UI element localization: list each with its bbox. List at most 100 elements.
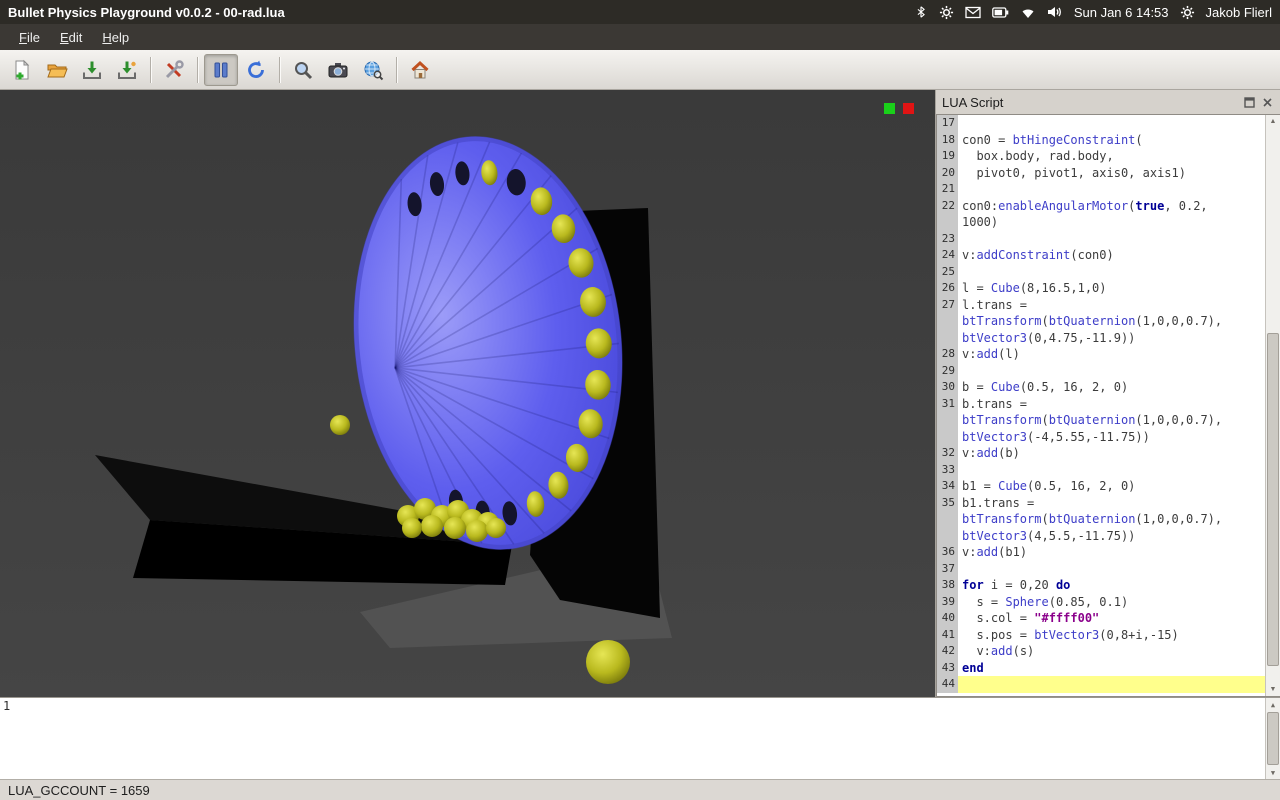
scroll-down-arrow[interactable]: ▼ <box>1266 683 1280 696</box>
toolbar-separator <box>197 57 198 83</box>
scroll-track[interactable] <box>1266 128 1280 683</box>
settings-gear-icon[interactable] <box>939 5 954 20</box>
menu-edit[interactable]: Edit <box>51 26 91 49</box>
code-row[interactable]: 27l.trans = <box>937 297 1265 314</box>
code-row[interactable]: 41 s.pos = btVector3(0,8+i,-15) <box>937 627 1265 644</box>
menu-help[interactable]: Help <box>93 26 138 49</box>
scroll-thumb[interactable] <box>1267 333 1279 666</box>
code-row[interactable]: 22con0:enableAngularMotor(true, 0.2, <box>937 198 1265 215</box>
code-editor[interactable]: 1718con0 = btHingeConstraint(19 box.body… <box>936 114 1280 697</box>
bluetooth-icon[interactable] <box>914 4 928 20</box>
code-row[interactable]: 19 box.body, rad.body, <box>937 148 1265 165</box>
code-row[interactable]: 31b.trans = <box>937 396 1265 413</box>
code-row[interactable]: 17 <box>937 115 1265 132</box>
scroll-down-arrow[interactable]: ▼ <box>1266 766 1280 779</box>
code-row[interactable]: 20 pivot0, pivot1, axis0, axis1) <box>937 165 1265 182</box>
code-text: con0 = btHingeConstraint( <box>958 132 1265 149</box>
new-file-button[interactable] <box>5 54 39 86</box>
code-row[interactable]: 37 <box>937 561 1265 578</box>
code-text: btVector3(0,4.75,-11.9)) <box>958 330 1265 347</box>
code-row[interactable]: 23 <box>937 231 1265 248</box>
output-console[interactable]: 1 ▲ ▼ <box>0 697 1280 779</box>
code-row[interactable]: 36v:add(b1) <box>937 544 1265 561</box>
open-file-button[interactable] <box>40 54 74 86</box>
code-row[interactable]: 29 <box>937 363 1265 380</box>
yellow-sphere <box>402 518 422 538</box>
pause-button[interactable] <box>204 54 238 86</box>
scroll-thumb[interactable] <box>1267 712 1279 765</box>
volume-icon[interactable] <box>1047 5 1063 19</box>
code-row[interactable]: 30b = Cube(0.5, 16, 2, 0) <box>937 379 1265 396</box>
wifi-icon[interactable] <box>1020 6 1036 19</box>
code-row[interactable]: 44 <box>937 676 1265 693</box>
float-panel-button[interactable] <box>1242 95 1256 109</box>
code-scrollbar[interactable]: ▲ ▼ <box>1265 115 1280 696</box>
console-line-number: 1 <box>0 698 16 779</box>
yellow-sphere <box>444 517 466 539</box>
panel-header[interactable]: LUA Script <box>936 90 1280 114</box>
close-panel-button[interactable] <box>1260 95 1274 109</box>
code-text: for i = 0,20 do <box>958 577 1265 594</box>
code-text: b1.trans = <box>958 495 1265 512</box>
session-gear-icon[interactable] <box>1180 5 1195 20</box>
code-row[interactable]: 24v:addConstraint(con0) <box>937 247 1265 264</box>
scroll-track[interactable] <box>1266 711 1280 766</box>
line-number: 19 <box>937 148 958 165</box>
zoom-button[interactable] <box>286 54 320 86</box>
code-text: s.col = "#ffff00" <box>958 610 1265 627</box>
line-number: 20 <box>937 165 958 182</box>
code-text <box>958 181 1265 198</box>
code-row[interactable]: 28v:add(l) <box>937 346 1265 363</box>
code-row[interactable]: btTransform(btQuaternion(1,0,0,0.7), <box>937 511 1265 528</box>
code-row[interactable]: 43end <box>937 660 1265 677</box>
save-button[interactable] <box>75 54 109 86</box>
code-row[interactable]: 33 <box>937 462 1265 479</box>
line-number <box>937 330 958 347</box>
toolbar-separator <box>396 57 397 83</box>
scroll-up-arrow[interactable]: ▲ <box>1266 698 1280 711</box>
user-menu[interactable]: Jakob Flierl <box>1206 5 1272 20</box>
code-text: s = Sphere(0.85, 0.1) <box>958 594 1265 611</box>
console-scrollbar[interactable]: ▲ ▼ <box>1265 698 1280 779</box>
line-number <box>937 429 958 446</box>
code-row[interactable]: btVector3(4,5.5,-11.75)) <box>937 528 1265 545</box>
code-row[interactable]: 38for i = 0,20 do <box>937 577 1265 594</box>
web-search-button[interactable] <box>356 54 390 86</box>
line-number: 32 <box>937 445 958 462</box>
physics-viewport[interactable] <box>0 90 935 697</box>
code-text: l = Cube(8,16.5,1,0) <box>958 280 1265 297</box>
code-row[interactable]: 39 s = Sphere(0.85, 0.1) <box>937 594 1265 611</box>
tools-button[interactable] <box>157 54 191 86</box>
code-row[interactable]: 1000) <box>937 214 1265 231</box>
code-row[interactable]: btVector3(0,4.75,-11.9)) <box>937 330 1265 347</box>
code-row[interactable]: 32v:add(b) <box>937 445 1265 462</box>
code-row[interactable]: 18con0 = btHingeConstraint( <box>937 132 1265 149</box>
code-row[interactable]: btTransform(btQuaternion(1,0,0,0.7), <box>937 313 1265 330</box>
menu-file[interactable]: File <box>10 26 49 49</box>
battery-icon[interactable] <box>992 7 1009 18</box>
code-row[interactable]: btTransform(btQuaternion(1,0,0,0.7), <box>937 412 1265 429</box>
line-number: 40 <box>937 610 958 627</box>
code-row[interactable]: 42 v:add(s) <box>937 643 1265 660</box>
code-lines[interactable]: 1718con0 = btHingeConstraint(19 box.body… <box>937 115 1265 696</box>
home-button[interactable] <box>403 54 437 86</box>
save-as-button[interactable] <box>110 54 144 86</box>
console-text[interactable] <box>16 698 1265 779</box>
status-text: LUA_GCCOUNT = 1659 <box>8 783 150 798</box>
code-row[interactable]: 35b1.trans = <box>937 495 1265 512</box>
line-number: 38 <box>937 577 958 594</box>
scroll-up-arrow[interactable]: ▲ <box>1266 115 1280 128</box>
mail-icon[interactable] <box>965 6 981 19</box>
screenshot-button[interactable] <box>321 54 355 86</box>
clock[interactable]: Sun Jan 6 14:53 <box>1074 5 1169 20</box>
code-row[interactable]: 34b1 = Cube(0.5, 16, 2, 0) <box>937 478 1265 495</box>
code-row[interactable]: 21 <box>937 181 1265 198</box>
reload-button[interactable] <box>239 54 273 86</box>
code-row[interactable]: 25 <box>937 264 1265 281</box>
line-number: 43 <box>937 660 958 677</box>
line-number: 28 <box>937 346 958 363</box>
code-row[interactable]: 40 s.col = "#ffff00" <box>937 610 1265 627</box>
code-row[interactable]: btVector3(-4,5.55,-11.75)) <box>937 429 1265 446</box>
line-number: 31 <box>937 396 958 413</box>
code-row[interactable]: 26l = Cube(8,16.5,1,0) <box>937 280 1265 297</box>
